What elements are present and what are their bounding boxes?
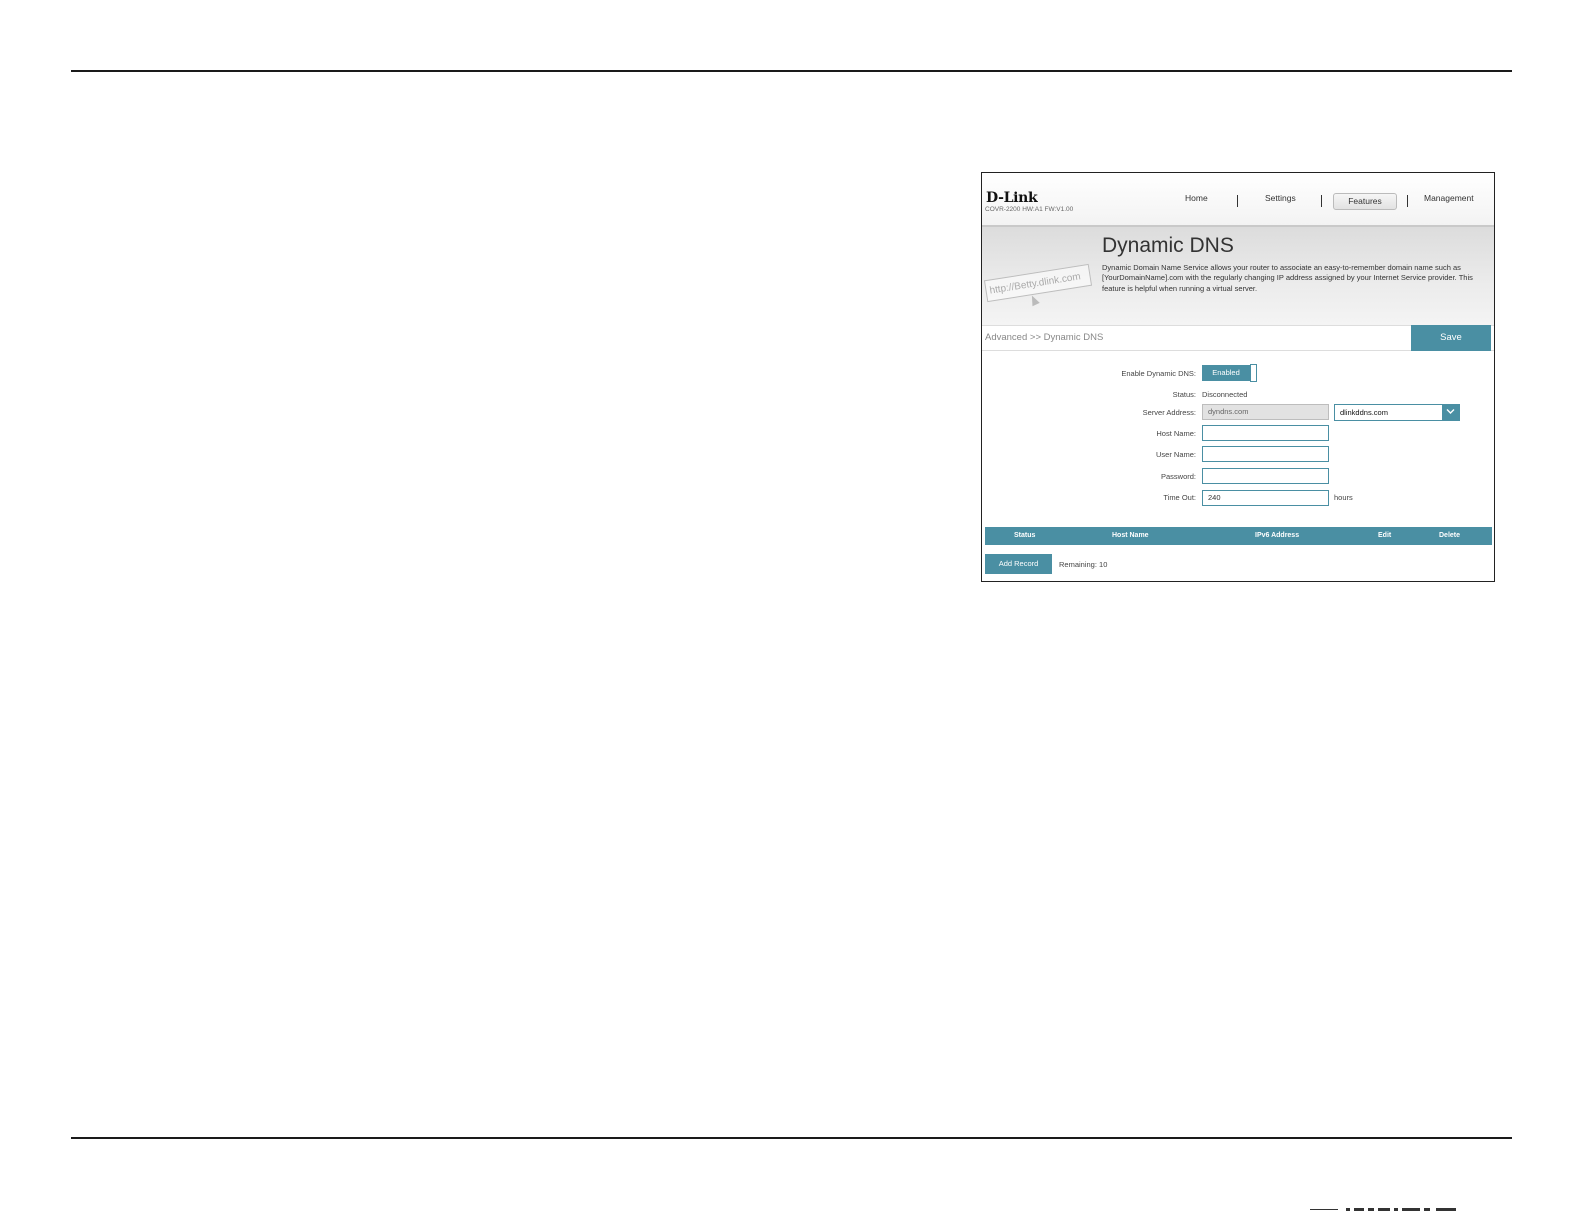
nav-settings[interactable]: Settings — [1265, 193, 1296, 203]
top-rule — [71, 70, 1512, 72]
page-banner: http://Betty.dlink.com Dynamic DNS Dynam… — [982, 227, 1494, 325]
nav-features[interactable]: Features — [1333, 193, 1397, 210]
toggle-knob[interactable] — [1250, 364, 1257, 382]
status-value: Disconnected — [1202, 390, 1248, 399]
nav-divider — [1321, 195, 1322, 207]
url-bar-illustration: http://Betty.dlink.com — [983, 263, 1093, 303]
page-description: Dynamic Domain Name Service allows your … — [1102, 263, 1473, 293]
router-screenshot: D-Link COVR-2200 HW:A1 FW:V1.00 Home Set… — [981, 172, 1495, 582]
server-select-value: dlinkddns.com — [1340, 408, 1388, 417]
user-name-label: User Name: — [1155, 450, 1196, 459]
records-table-header: Status Host Name IPv6 Address Edit Delet… — [985, 527, 1492, 545]
col-delete: Delete — [1439, 532, 1461, 539]
model-info: COVR-2200 HW:A1 FW:V1.00 — [985, 206, 1074, 213]
col-ipv6-address: IPv6 Address — [1255, 532, 1300, 539]
nav-home[interactable]: Home — [1185, 193, 1208, 203]
col-host-name: Host Name — [1112, 532, 1149, 539]
nav-management[interactable]: Management — [1424, 193, 1474, 203]
brand-logo: D-Link — [986, 190, 1038, 206]
save-button[interactable]: Save — [1411, 325, 1491, 351]
header: D-Link COVR-2200 HW:A1 FW:V1.00 Home Set… — [982, 173, 1494, 227]
remaining-count: Remaining: 10 — [1059, 560, 1108, 569]
server-address-label: Server Address: — [1142, 408, 1196, 417]
enable-ddns-label: Enable Dynamic DNS: — [1121, 369, 1196, 378]
password-label: Password: — [1160, 472, 1196, 481]
chevron-down-icon[interactable] — [1442, 405, 1459, 420]
host-name-label: Host Name: — [1156, 429, 1196, 438]
breadcrumb: Advanced >> Dynamic DNS — [985, 332, 1104, 343]
col-edit: Edit — [1378, 532, 1392, 539]
enable-ddns-toggle[interactable]: Enabled — [1202, 365, 1250, 381]
add-record-button[interactable]: Add Record — [985, 554, 1052, 574]
nav-divider — [1237, 195, 1238, 207]
user-name-input[interactable] — [1202, 446, 1329, 462]
server-address-field[interactable]: dyndns.com — [1202, 404, 1329, 420]
server-address-select[interactable]: dlinkddns.com — [1334, 404, 1460, 421]
bottom-rule — [71, 1137, 1512, 1139]
timeout-input[interactable]: 240 — [1202, 490, 1329, 506]
col-status: Status — [1014, 532, 1036, 539]
timeout-label: Time Out: — [1163, 493, 1196, 502]
nav-divider — [1407, 195, 1408, 207]
password-input[interactable] — [1202, 468, 1329, 484]
host-name-input[interactable] — [1202, 425, 1329, 441]
cursor-icon — [1028, 293, 1040, 307]
status-label: Status: — [1172, 390, 1196, 399]
page-footer-mark — [1310, 1208, 1456, 1211]
nav-features-label: Features — [1348, 196, 1382, 206]
page-title: Dynamic DNS — [1102, 234, 1234, 257]
timeout-units: hours — [1334, 493, 1353, 502]
